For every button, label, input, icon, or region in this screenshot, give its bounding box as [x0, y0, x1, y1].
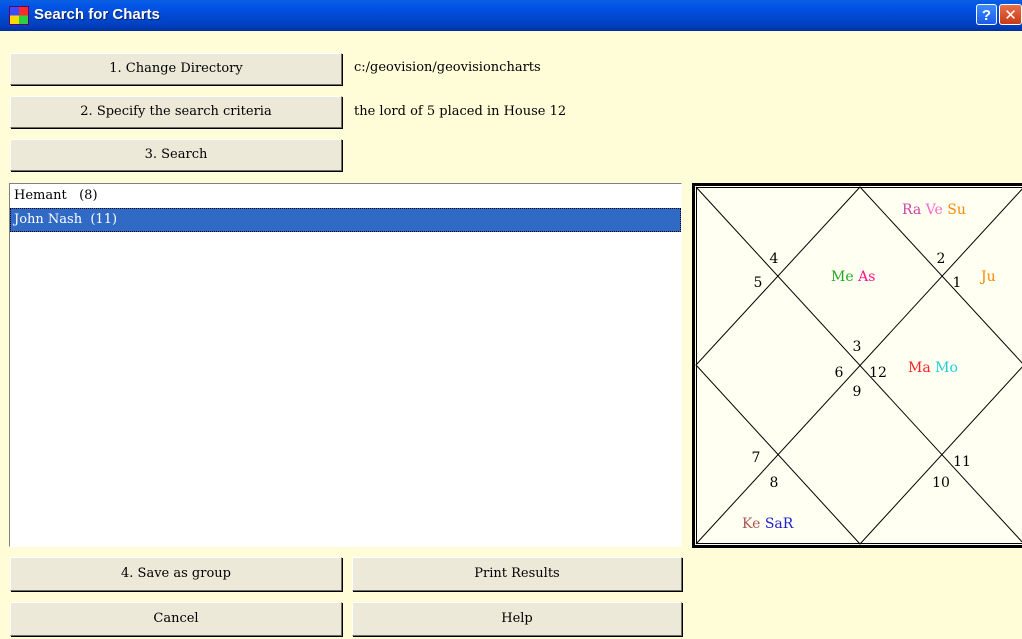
- list-item[interactable]: John Nash (11): [10, 208, 681, 232]
- planet-group-house-1: Me As: [831, 269, 875, 285]
- house-number-2: 2: [937, 251, 946, 267]
- results-list[interactable]: Hemant (8) John Nash (11): [9, 183, 682, 547]
- house-number-9: 9: [853, 384, 862, 400]
- house-number-11: 11: [953, 454, 971, 470]
- directory-path: c:/geovision/geovisioncharts: [354, 60, 541, 75]
- specify-criteria-button[interactable]: 2. Specify the search criteria: [10, 96, 342, 128]
- house-number-1: 1: [953, 275, 962, 291]
- title-bar[interactable]: Search for Charts ? ✕: [0, 0, 1022, 31]
- planet-sar: SaR: [765, 516, 794, 532]
- planet-as: As: [857, 269, 875, 285]
- planet-ra: Ra: [902, 202, 921, 218]
- house-number-4: 4: [770, 251, 779, 267]
- house-number-7: 7: [752, 450, 761, 466]
- planet-ma: Ma: [908, 360, 931, 376]
- planet-group-house-12: Ma Mo: [908, 360, 958, 376]
- search-criteria-text: the lord of 5 placed in House 12: [354, 104, 567, 119]
- change-directory-button[interactable]: 1. Change Directory: [10, 53, 342, 85]
- print-results-button[interactable]: Print Results: [352, 557, 682, 591]
- house-number-10: 10: [932, 475, 950, 491]
- house-number-6: 6: [835, 365, 844, 381]
- planet-ke: Ke: [742, 516, 760, 532]
- planet-me: Me: [831, 269, 854, 285]
- list-item[interactable]: Hemant (8): [10, 184, 681, 208]
- house-number-8: 8: [770, 475, 779, 491]
- app-icon: [9, 6, 29, 25]
- planet-su: Su: [947, 202, 966, 218]
- search-button[interactable]: 3. Search: [10, 139, 342, 171]
- planet-ju: Ju: [979, 269, 996, 285]
- close-icon[interactable]: ✕: [999, 4, 1022, 25]
- house-number-5: 5: [754, 275, 763, 291]
- window-title: Search for Charts: [34, 6, 160, 23]
- planet-group-house-2: Ra Ve Su: [902, 202, 966, 218]
- planet-group-house-8: Ke SaR: [742, 516, 794, 532]
- help-button[interactable]: Help: [352, 602, 682, 636]
- planet-ve: Ve: [925, 202, 943, 218]
- house-number-12: 12: [869, 365, 887, 381]
- save-as-group-button[interactable]: 4. Save as group: [10, 557, 342, 591]
- birth-chart: 1 2 3 4 5 6 7 8 9 10 11 12 Ra Ve Su Ju M…: [692, 183, 1022, 548]
- help-icon[interactable]: ?: [976, 4, 997, 25]
- cancel-button[interactable]: Cancel: [10, 602, 342, 636]
- house-number-3: 3: [853, 339, 862, 355]
- planet-mo: Mo: [935, 360, 958, 376]
